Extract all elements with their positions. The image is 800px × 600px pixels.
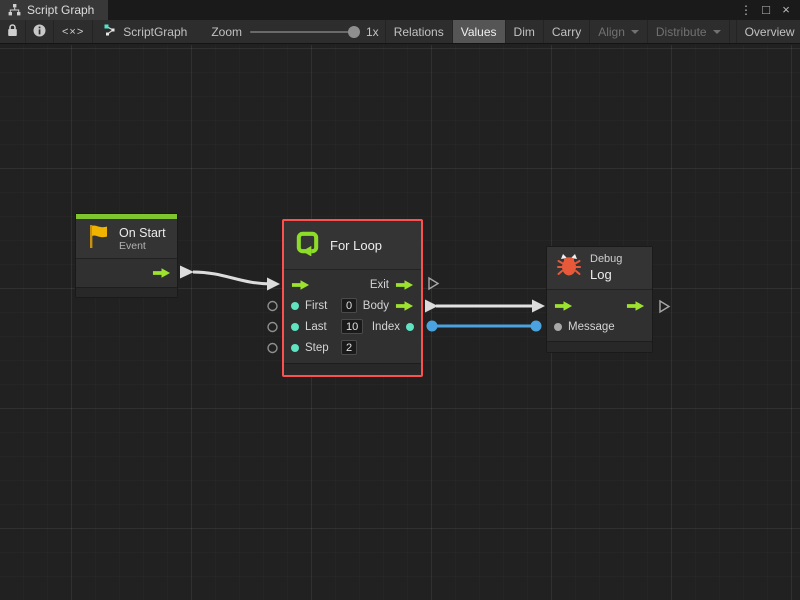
wire-onstart-to-forloop[interactable]: [193, 272, 272, 284]
debug-log-ports: Message: [547, 290, 652, 337]
body-output-port[interactable]: [395, 300, 414, 312]
value-wire-endpoint[interactable]: [531, 321, 542, 332]
graph-canvas[interactable]: On Start Event For Loop: [0, 45, 800, 600]
port-row-step: Step 2: [284, 337, 421, 358]
for-loop-ports: Exit First 0 Body: [284, 270, 421, 358]
wire-end-arrowhead[interactable]: [532, 300, 545, 313]
distribute-dropdown[interactable]: Distribute: [648, 20, 730, 43]
graph-icon: [103, 23, 117, 40]
tab-bar-spacer: [108, 0, 738, 20]
graph-toolbar: <×> ScriptGraph Zoom 1x Relations: [0, 20, 800, 44]
flow-input-port[interactable]: [291, 279, 310, 291]
lock-button[interactable]: [0, 20, 26, 43]
align-dropdown[interactable]: Align: [590, 20, 648, 43]
debug-log-category: Debug: [590, 253, 622, 267]
node-on-start[interactable]: On Start Event: [75, 213, 178, 298]
for-loop-title: For Loop: [330, 238, 382, 253]
close-icon[interactable]: ×: [778, 0, 794, 20]
port-row-first-body: First 0 Body: [284, 295, 421, 316]
body-port-label: Body: [363, 300, 389, 312]
message-port-label: Message: [568, 321, 615, 333]
maximize-icon[interactable]: □: [758, 0, 774, 20]
script-graph-window: Script Graph ⋮ □ ×: [0, 0, 800, 600]
node-for-loop[interactable]: For Loop Exit: [282, 219, 423, 377]
chevron-down-icon: [713, 30, 721, 34]
first-value-input[interactable]: 0: [341, 298, 357, 313]
relations-button[interactable]: Relations: [386, 20, 453, 43]
flag-icon: [86, 223, 110, 255]
flow-input-port[interactable]: [554, 300, 573, 312]
chevron-down-icon: [631, 30, 639, 34]
code-icon: <×>: [62, 26, 84, 38]
port-row-flow: [547, 295, 652, 316]
wire-start-arrowhead[interactable]: [180, 266, 194, 279]
index-port-label: Index: [372, 321, 400, 333]
exit-output-port[interactable]: [395, 279, 414, 291]
on-start-flow-row: [76, 259, 177, 286]
for-loop-footer: [284, 363, 421, 375]
flow-output-port[interactable]: [152, 267, 171, 279]
node-debug-log[interactable]: Debug Log: [546, 246, 653, 353]
carry-button[interactable]: Carry: [544, 20, 590, 43]
tab-script-graph[interactable]: Script Graph: [0, 0, 108, 20]
zoom-control: Zoom 1x: [197, 20, 385, 43]
wire-end-arrowhead[interactable]: [267, 278, 280, 291]
flow-output-port[interactable]: [626, 300, 645, 312]
info-icon: [33, 24, 46, 40]
loop-icon: [294, 229, 321, 261]
message-value-port[interactable]: [554, 323, 562, 331]
zoom-value: 1x: [366, 25, 379, 39]
on-start-footer: [76, 287, 177, 297]
exit-port-label: Exit: [370, 279, 389, 291]
window-controls: ⋮ □ ×: [738, 0, 800, 20]
window-menu-icon[interactable]: ⋮: [738, 0, 754, 20]
step-value-input[interactable]: 2: [341, 340, 357, 355]
overview-button[interactable]: Overview: [736, 20, 800, 43]
debug-log-footer: [547, 341, 652, 352]
lock-icon: [7, 24, 18, 40]
debug-log-header: Debug Log: [547, 247, 652, 290]
unconnected-port-indicator-last[interactable]: [268, 323, 277, 332]
dim-button[interactable]: Dim: [506, 20, 544, 43]
last-value-input[interactable]: 10: [341, 319, 363, 334]
last-value-port[interactable]: [291, 323, 299, 331]
on-start-title: On Start: [119, 226, 166, 240]
step-value-port[interactable]: [291, 344, 299, 352]
zoom-label: Zoom: [211, 25, 242, 39]
first-port-label: First: [305, 300, 335, 312]
zoom-slider[interactable]: [250, 31, 358, 33]
tab-bar: Script Graph ⋮ □ ×: [0, 0, 800, 20]
for-loop-header: For Loop: [284, 221, 421, 270]
info-button[interactable]: [26, 20, 54, 43]
port-row-flow: Exit: [284, 274, 421, 295]
graph-name-label: ScriptGraph: [123, 25, 187, 39]
first-value-port[interactable]: [291, 302, 299, 310]
hierarchy-icon: [8, 4, 21, 16]
zoom-slider-handle[interactable]: [348, 26, 360, 38]
unconnected-flow-indicator-exit[interactable]: [429, 278, 438, 289]
graph-selector[interactable]: ScriptGraph: [93, 20, 197, 43]
bug-icon: [557, 253, 581, 283]
tab-title: Script Graph: [27, 3, 94, 17]
toolbar-buttons: Relations Values Dim Carry Align Distrib…: [386, 20, 800, 43]
unconnected-port-indicator-step[interactable]: [268, 344, 277, 353]
value-wire-endpoint[interactable]: [427, 321, 438, 332]
on-start-subtitle: Event: [119, 240, 166, 252]
last-port-label: Last: [305, 321, 335, 333]
values-button[interactable]: Values: [453, 20, 506, 43]
graph-source-button[interactable]: <×>: [54, 20, 93, 43]
port-row-message: Message: [547, 316, 652, 337]
step-port-label: Step: [305, 342, 335, 354]
on-start-header: On Start Event: [76, 219, 177, 259]
unconnected-port-indicator-first[interactable]: [268, 302, 277, 311]
port-row-last-index: Last 10 Index: [284, 316, 421, 337]
index-output-port[interactable]: [406, 323, 414, 331]
unconnected-flow-indicator-log-exit[interactable]: [660, 301, 669, 312]
debug-log-title: Log: [590, 267, 622, 283]
